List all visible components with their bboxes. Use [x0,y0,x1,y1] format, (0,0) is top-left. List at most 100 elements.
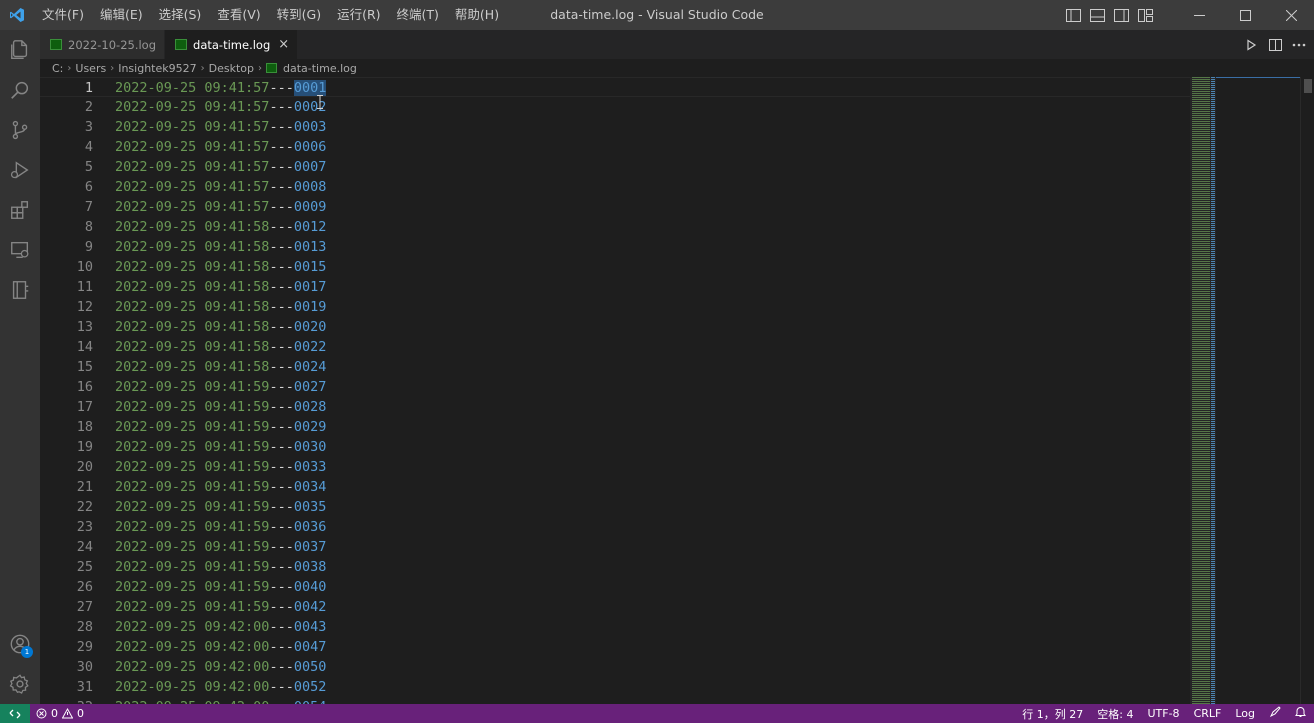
toggle-panel-icon[interactable] [1088,0,1106,30]
scrollbar-thumb[interactable] [1304,79,1312,93]
code-line[interactable]: 4 2022-09-25 09:41:57---0006 [40,137,1190,157]
code-line[interactable]: 9 2022-09-25 09:41:58---0013 [40,237,1190,257]
end-of-line[interactable]: CRLF [1194,707,1222,720]
cursor-position[interactable]: 行 1，列 27 [1022,706,1083,722]
tab-2022-10-25-log[interactable]: 2022-10-25.log [40,30,166,59]
log-sequence-number: 0006 [293,139,327,155]
line-content: 2022-09-25 09:41:59---0034 [115,477,326,497]
customize-layout-icon[interactable] [1136,0,1154,30]
code-line[interactable]: 2 2022-09-25 09:41:57---0002 [40,97,1190,117]
more-actions-icon[interactable] [1290,36,1308,54]
code-line[interactable]: 20 2022-09-25 09:41:59---0033 [40,457,1190,477]
menu-file[interactable]: 文件(F) [34,0,92,30]
code-line[interactable]: 1 2022-09-25 09:41:57---0001 [40,77,1190,97]
log-sequence-number: 0007 [293,159,327,175]
indentation[interactable]: 空格: 4 [1097,706,1133,722]
code-line[interactable]: 32 2022-09-25 09:42:00---0054 [40,697,1190,704]
line-number: 31 [76,679,93,695]
search-icon[interactable] [0,70,40,110]
log-timestamp: 2022-09-25 09:41:58 [115,219,270,235]
code-line[interactable]: 19 2022-09-25 09:41:59---0030 [40,437,1190,457]
notebook-icon[interactable] [0,270,40,310]
code-line[interactable]: 31 2022-09-25 09:42:00---0052 [40,677,1190,697]
breadcrumb-user[interactable]: Insightek9527 [118,62,196,75]
language-mode[interactable]: Log [1235,707,1255,720]
breadcrumb-desktop[interactable]: Desktop [209,62,254,75]
problems-indicator[interactable]: 0 0 [30,707,84,720]
notifications-bell-icon[interactable] [1295,706,1306,721]
minimize-icon[interactable] [1176,0,1222,30]
log-timestamp: 2022-09-25 09:41:59 [115,559,270,575]
menu-help[interactable]: 帮助(H) [447,0,507,30]
code-line[interactable]: 8 2022-09-25 09:41:58---0012 [40,217,1190,237]
extensions-icon[interactable] [0,190,40,230]
maximize-icon[interactable] [1222,0,1268,30]
explorer-icon[interactable] [0,30,40,70]
menu-go[interactable]: 转到(G) [269,0,329,30]
menu-view[interactable]: 查看(V) [209,0,268,30]
run-icon[interactable] [1242,36,1260,54]
line-content: 2022-09-25 09:41:59---0040 [115,577,326,597]
code-line[interactable]: 27 2022-09-25 09:41:59---0042 [40,597,1190,617]
code-line[interactable]: 12 2022-09-25 09:41:58---0019 [40,297,1190,317]
code-line[interactable]: 26 2022-09-25 09:41:59---0040 [40,577,1190,597]
log-file-icon [265,63,277,73]
settings-gear-icon[interactable] [0,664,40,704]
breadcrumb-users[interactable]: Users [75,62,106,75]
split-editor-icon[interactable] [1266,36,1284,54]
code-line[interactable]: 3 2022-09-25 09:41:57---0003 [40,117,1190,137]
code-line[interactable]: 5 2022-09-25 09:41:57---0007 [40,157,1190,177]
code-line[interactable]: 15 2022-09-25 09:41:58---0024 [40,357,1190,377]
status-bar: 0 0 行 1，列 27 空格: 4 UTF-8 CRLF Log [0,704,1314,723]
code-line[interactable]: 23 2022-09-25 09:41:59---0036 [40,517,1190,537]
run-debug-icon[interactable] [0,150,40,190]
code-line[interactable]: 14 2022-09-25 09:41:58---0022 [40,337,1190,357]
encoding[interactable]: UTF-8 [1147,707,1179,720]
code-line[interactable]: 21 2022-09-25 09:41:59---0034 [40,477,1190,497]
code-line[interactable]: 18 2022-09-25 09:41:59---0029 [40,417,1190,437]
code-line[interactable]: 24 2022-09-25 09:41:59---0037 [40,537,1190,557]
minimap[interactable] [1190,77,1216,704]
log-sequence-number: 0052 [293,679,327,695]
code-line[interactable]: 17 2022-09-25 09:41:59---0028 [40,397,1190,417]
menu-edit[interactable]: 编辑(E) [92,0,151,30]
account-icon[interactable]: 1 [0,624,40,664]
toggle-secondary-sidebar-icon[interactable] [1112,0,1130,30]
code-line[interactable]: 22 2022-09-25 09:41:59---0035 [40,497,1190,517]
toggle-primary-sidebar-icon[interactable] [1064,0,1082,30]
menu-terminal[interactable]: 终端(T) [389,0,447,30]
code-line[interactable]: 13 2022-09-25 09:41:58---0020 [40,317,1190,337]
line-content: 2022-09-25 09:41:59---0029 [115,417,326,437]
code-line[interactable]: 6 2022-09-25 09:41:57---0008 [40,177,1190,197]
code-line[interactable]: 29 2022-09-25 09:42:00---0047 [40,637,1190,657]
code-line[interactable]: 28 2022-09-25 09:42:00---0043 [40,617,1190,637]
line-content: 2022-09-25 09:41:57---0001 [115,78,327,98]
remote-indicator-icon[interactable] [0,704,30,723]
remote-explorer-icon[interactable] [0,230,40,270]
line-content: 2022-09-25 09:41:59---0037 [115,537,326,557]
log-sequence-number: 0015 [293,259,327,275]
close-window-icon[interactable] [1268,0,1314,30]
log-separator: --- [269,139,294,155]
log-separator: --- [269,219,294,235]
line-number: 14 [76,339,93,355]
chevron-right-icon: › [257,62,262,74]
code-line[interactable]: 16 2022-09-25 09:41:59---0027 [40,377,1190,397]
editor-area[interactable]: 1 2022-09-25 09:41:57---0001 2 2022-09-25 0… [40,77,1314,704]
menu-selection[interactable]: 选择(S) [151,0,210,30]
source-control-icon[interactable] [0,110,40,150]
menu-run[interactable]: 运行(R) [329,0,388,30]
tab-data-time-log[interactable]: data-time.log × [165,30,299,59]
line-content: 2022-09-25 09:42:00---0054 [115,697,326,704]
vertical-scrollbar[interactable] [1300,77,1314,704]
breadcrumb-drive[interactable]: C: [52,62,63,75]
breadcrumb-file[interactable]: data-time.log [283,62,357,75]
close-tab-icon[interactable]: × [278,37,289,52]
log-sequence-number: 0009 [293,199,327,215]
code-line[interactable]: 11 2022-09-25 09:41:58---0017 [40,277,1190,297]
code-line[interactable]: 7 2022-09-25 09:41:57---0009 [40,197,1190,217]
code-line[interactable]: 30 2022-09-25 09:42:00---0050 [40,657,1190,677]
code-line[interactable]: 25 2022-09-25 09:41:59---0038 [40,557,1190,577]
code-line[interactable]: 10 2022-09-25 09:41:58---0015 [40,257,1190,277]
feedback-icon[interactable] [1269,706,1281,721]
